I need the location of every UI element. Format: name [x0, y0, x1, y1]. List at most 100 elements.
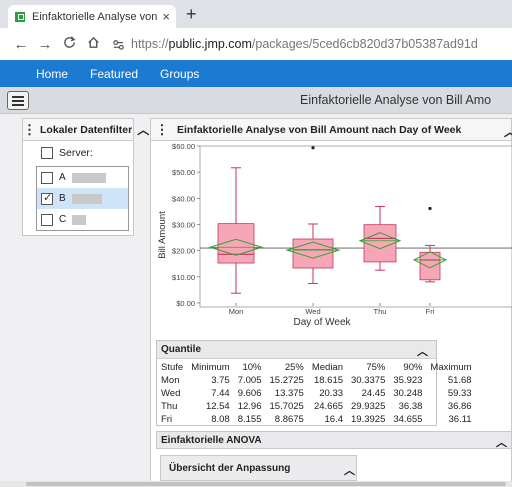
jmp-favicon-icon — [15, 11, 25, 22]
table-cell: 35.923 — [393, 375, 423, 386]
x-tick-label: Thu — [374, 307, 387, 316]
table-cell: 18.615 — [313, 375, 344, 386]
column-header: 25% — [284, 362, 304, 373]
filter-item-c[interactable]: C — [37, 209, 128, 230]
x-tick-label: Mon — [229, 307, 244, 316]
column-header: Maximum — [430, 362, 472, 373]
server-checkbox[interactable] — [41, 147, 53, 159]
column-header: 75% — [366, 362, 386, 373]
table-cell: 8.155 — [237, 414, 262, 425]
horizontal-scrollbar[interactable] — [0, 481, 512, 487]
box-thu — [363, 224, 397, 263]
filter-collapse-icon[interactable]: ︿ — [137, 121, 149, 138]
table-cell: 51.68 — [447, 375, 472, 386]
table-cell: 15.2725 — [269, 375, 304, 386]
report-collapse-icon[interactable]: ︿ — [504, 123, 512, 140]
x-tick-label: Wed — [305, 307, 320, 316]
table-cell: 15.7025 — [269, 401, 304, 412]
url-field[interactable]: https://public.jmp.com/packages/5ced6cb8… — [112, 37, 478, 51]
back-arrow-icon[interactable]: ← — [10, 36, 32, 53]
anova-section-header[interactable]: Einfaktorielle ANOVA ︿ — [156, 431, 512, 449]
fit-collapse-icon[interactable]: ︿ — [344, 462, 355, 478]
column-header: Median — [311, 362, 344, 373]
table-cell: 12.96 — [237, 401, 262, 412]
table-cell: 8.08 — [211, 414, 230, 425]
x-axis-label: Day of Week — [293, 317, 351, 328]
local-data-filter: ⋮ Lokaler Datenfilter ︿ Server: A B C — [22, 118, 149, 236]
new-tab-button[interactable]: + — [186, 4, 197, 25]
filter-item-a[interactable]: A — [37, 167, 128, 188]
server-label: Server: — [59, 147, 93, 159]
table-header-row: Stufe Minimum 10% 25% Median 75% 90% Max… — [160, 361, 476, 374]
y-tick-label: $60.00 — [172, 142, 195, 151]
quantile-table-box: Quantile ︿ Stufe Minimum 10% 25% Median … — [156, 340, 472, 426]
table-cell: 30.248 — [393, 388, 423, 399]
table-row: Wed 7.44 9.606 13.375 20.33 24.45 30.248 59.33 — [160, 387, 476, 400]
filter-item-b[interactable]: B — [37, 188, 128, 209]
table-cell: 19.3925 — [351, 414, 386, 425]
filter-menu-icon[interactable]: ⋮ — [23, 122, 36, 138]
report-menu-icon[interactable]: ⋮ — [155, 122, 169, 138]
table-cell: 13.375 — [274, 388, 304, 399]
table-cell: 24.45 — [361, 388, 386, 399]
page-title: Einfaktorielle Analyse von Bill Amo — [300, 93, 492, 107]
report-title: Einfaktorielle Analyse von Bill Amount n… — [177, 123, 462, 136]
filter-checkbox-b[interactable] — [41, 191, 53, 205]
table-cell: 20.33 — [319, 388, 344, 399]
table-row: Fri 8.08 8.155 8.8675 16.4 19.3925 34.655 36.11 — [160, 413, 476, 426]
app-nav: Home Featured Groups — [0, 60, 512, 87]
table-row: Thu 12.54 12.96 15.7025 24.665 29.9325 36.38 36… — [160, 400, 476, 413]
table-cell: 7.44 — [211, 388, 230, 399]
table-cell: 8.8675 — [274, 414, 304, 425]
y-tick-label: $0.00 — [176, 299, 195, 308]
quantile-title: Quantile — [161, 344, 202, 355]
url-host: public.jmp.com — [168, 37, 252, 51]
filter-label-a: A — [59, 172, 66, 183]
tab-close-icon[interactable]: × — [162, 9, 170, 24]
nav-featured[interactable]: Featured — [90, 67, 138, 81]
outlier-point — [428, 206, 432, 211]
filter-label-c: C — [59, 214, 67, 225]
y-tick-label: $50.00 — [172, 168, 195, 177]
reload-icon[interactable] — [58, 35, 80, 53]
table-cell: 16.4 — [324, 414, 344, 425]
column-header: Minimum — [191, 362, 230, 373]
table-cell: 12.54 — [205, 401, 230, 412]
column-header: 90% — [403, 362, 423, 373]
home-icon[interactable] — [82, 36, 104, 53]
url-scheme: https:// — [131, 37, 169, 51]
scrollbar-thumb[interactable] — [26, 482, 506, 486]
filter-count-bar-c — [72, 214, 87, 225]
table-cell: 24.665 — [313, 401, 344, 412]
oneway-box-plot: $0.00 $10.00 $20.00 $30.00 $40.00 $50.00 $60.0… — [157, 142, 512, 328]
nav-home[interactable]: Home — [36, 67, 68, 81]
filter-label-b: B — [59, 193, 66, 204]
y-tick-label: $20.00 — [172, 247, 195, 256]
table-cell: Wed — [161, 388, 181, 399]
menu-icon[interactable] — [7, 91, 29, 110]
filter-checkbox-c[interactable] — [41, 213, 53, 226]
table-cell: 29.9325 — [351, 401, 386, 412]
anova-collapse-icon[interactable]: ︿ — [496, 434, 507, 450]
browser-tab[interactable]: Einfaktorielle Analyse von Bill Am × — [8, 5, 176, 28]
server-value-list: A B C — [36, 166, 129, 231]
filter-checkbox-a[interactable] — [41, 171, 53, 184]
filter-count-bar-a — [71, 172, 106, 183]
x-tick-label: Fri — [426, 307, 435, 316]
table-cell: 9.606 — [237, 388, 262, 399]
y-axis-label: Bill Amount — [157, 211, 168, 259]
summary-of-fit-header[interactable]: Übersicht der Anpassung ︿ — [160, 455, 357, 481]
quantile-collapse-icon[interactable]: ︿ — [417, 343, 428, 359]
filter-count-bar-b — [71, 193, 102, 204]
tab-title: Einfaktorielle Analyse von Bill Am — [32, 10, 158, 23]
column-header: 10% — [242, 362, 262, 373]
report-title-bar: Einfaktorielle Analyse von Bill Amo — [0, 87, 512, 114]
y-tick-label: $40.00 — [172, 194, 195, 203]
url-path: /packages/5ced6cb820d37b05387ad91d — [251, 37, 478, 51]
site-info-icon[interactable] — [112, 38, 125, 51]
nav-groups[interactable]: Groups — [160, 67, 199, 81]
forward-arrow-icon[interactable]: → — [34, 36, 56, 53]
filter-title: Lokaler Datenfilter — [40, 123, 133, 136]
column-header: Stufe — [161, 362, 184, 373]
server-filter[interactable]: Server: — [23, 141, 133, 159]
